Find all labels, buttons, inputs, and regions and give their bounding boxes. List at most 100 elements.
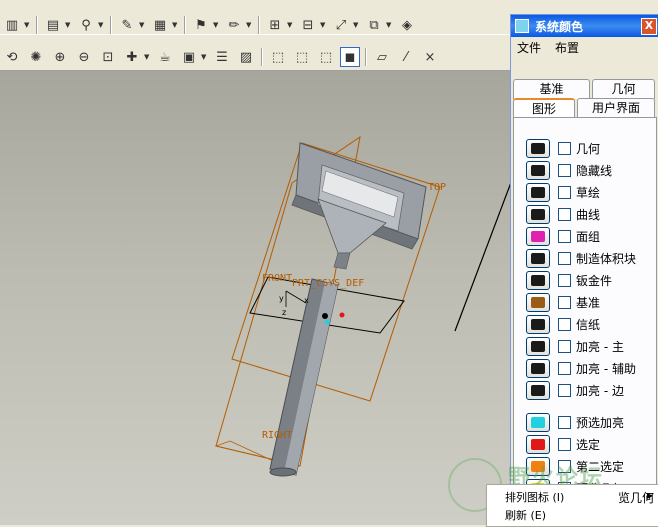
color-swatch-button[interactable] [526, 412, 550, 432]
color-swatch-button[interactable] [526, 248, 550, 268]
measure-tool-icon[interactable]: ⊟ [298, 15, 318, 35]
color-checkbox[interactable] [558, 295, 571, 309]
repaint-icon[interactable]: ✺ [26, 47, 46, 67]
csys-label-z: z [282, 308, 286, 317]
color-swatch-icon [531, 362, 545, 374]
color-checkbox[interactable] [558, 383, 571, 397]
view-manager-icon[interactable]: ▣ [179, 47, 199, 67]
close-icon[interactable]: X [641, 18, 657, 35]
color-checkbox[interactable] [558, 339, 571, 353]
color-checkbox[interactable] [558, 185, 571, 199]
layer-tool-icon[interactable]: ▦ [150, 15, 170, 35]
color-row: 钣金件 [526, 270, 612, 290]
graphics-color-list: 几何 隐藏线 草绘 曲线 面组 制造体积块 钣金件 基准 信纸 加亮 - 主加亮 - 辅助 加亮 -… [513, 117, 657, 527]
menu-layout[interactable]: 布置 [555, 39, 579, 56]
ctx-arrange-icons[interactable]: 排列图标 (I) [505, 489, 564, 505]
layers-icon[interactable]: ☰ [212, 47, 232, 67]
feature-tool-icon[interactable]: ⊞ [265, 15, 285, 35]
shading-icon[interactable]: ◼ [340, 47, 360, 67]
chevron-down-icon[interactable]: ▼ [246, 21, 252, 29]
tool-icon-1[interactable]: ▥ [2, 15, 22, 35]
color-checkbox[interactable] [558, 415, 571, 429]
sketch-tool-icon[interactable]: ✎ [117, 15, 137, 35]
chevron-down-icon[interactable]: ▼ [98, 21, 104, 29]
tab-datum[interactable]: 基准 [513, 79, 590, 99]
color-checkbox[interactable] [558, 459, 571, 473]
color-checkbox[interactable] [558, 207, 571, 221]
color-swatch-button[interactable] [526, 434, 550, 454]
color-checkbox[interactable] [558, 141, 571, 155]
color-swatch-button[interactable] [526, 270, 550, 290]
color-checkbox[interactable] [558, 273, 571, 287]
tool-icon-3[interactable]: ⚲ [76, 15, 96, 35]
color-swatch-button[interactable] [526, 204, 550, 224]
saved-views-icon[interactable]: ▨ [236, 47, 256, 67]
zoom-in-icon[interactable]: ⊕ [50, 47, 70, 67]
wireframe-icon[interactable]: ⬚ [268, 47, 288, 67]
spin-center-icon[interactable]: ✚ [122, 47, 142, 67]
context-menu: 排列图标 (I) 刷新 (E) ▶ 览几何 [486, 484, 658, 527]
hidden-line-icon[interactable]: ⬚ [292, 47, 312, 67]
chevron-down-icon[interactable]: ▼ [24, 21, 30, 29]
chevron-down-icon[interactable]: ▼ [213, 21, 219, 29]
tab-geometry[interactable]: 几何 [591, 79, 655, 99]
refit-icon[interactable]: ⊡ [98, 47, 118, 67]
color-swatch-button[interactable] [526, 160, 550, 180]
color-swatch-button[interactable] [526, 138, 550, 158]
transform-tool-icon[interactable]: ⤢ [331, 15, 351, 35]
tool-icon-2[interactable]: ▤ [43, 15, 63, 35]
view-tool-icon[interactable]: ◈ [397, 15, 417, 35]
assembly-tool-icon[interactable]: ⧉ [364, 15, 384, 35]
toolbar-separator [184, 16, 186, 34]
color-swatch-icon [531, 296, 545, 308]
datum-axis-display-icon[interactable]: ⁄ [396, 47, 416, 67]
datum-plane-display-icon[interactable]: ▱ [372, 47, 392, 67]
color-swatch-button[interactable] [526, 314, 550, 334]
csys-label-x: x [304, 296, 309, 305]
color-row-label: 几何 [576, 141, 601, 156]
color-swatch-button[interactable] [526, 456, 550, 476]
chevron-down-icon[interactable]: ▼ [201, 53, 207, 61]
pin-tool-icon[interactable]: ⚑ [191, 15, 211, 35]
color-checkbox[interactable] [558, 317, 571, 331]
ctx-refresh[interactable]: 刷新 (E) [505, 507, 546, 523]
color-checkbox[interactable] [558, 163, 571, 177]
color-swatch-button[interactable] [526, 182, 550, 202]
chevron-down-icon[interactable]: ▼ [144, 53, 150, 61]
graphics-viewport[interactable]: TOP FRONT PRT_CSYS_DEF RIGHT y x z [0, 71, 512, 525]
color-swatch-icon [531, 384, 545, 396]
color-swatch-icon [531, 274, 545, 286]
orient-icon[interactable]: ⟲ [2, 47, 22, 67]
color-row: 加亮 - 主 [526, 336, 624, 356]
color-swatch-button[interactable] [526, 336, 550, 356]
color-row-label: 第二选定 [576, 459, 625, 474]
chevron-down-icon[interactable]: ▼ [320, 21, 326, 29]
chevron-down-icon[interactable]: ▼ [287, 21, 293, 29]
chevron-down-icon[interactable]: ▼ [139, 21, 145, 29]
color-swatch-icon [531, 186, 545, 198]
color-swatch-button[interactable] [526, 358, 550, 378]
color-checkbox[interactable] [558, 229, 571, 243]
teapot-icon[interactable]: ☕ [155, 47, 175, 67]
color-checkbox[interactable] [558, 251, 571, 265]
pencil-tool-icon[interactable]: ✏ [224, 15, 244, 35]
tab-graphics[interactable]: 图形 [513, 98, 575, 118]
color-row: 几何 [526, 138, 600, 158]
dialog-titlebar[interactable]: 系统颜色 X [511, 15, 658, 37]
color-swatch-button[interactable] [526, 226, 550, 246]
chevron-down-icon[interactable]: ▼ [65, 21, 71, 29]
csys-axis-x [285, 290, 307, 304]
chevron-down-icon[interactable]: ▼ [386, 21, 392, 29]
zoom-out-icon[interactable]: ⊖ [74, 47, 94, 67]
color-swatch-button[interactable] [526, 380, 550, 400]
tab-user-interface[interactable]: 用户界面 [577, 98, 655, 118]
tabs-row-front: 图形 用户界面 [513, 98, 655, 118]
no-hidden-icon[interactable]: ⬚ [316, 47, 336, 67]
color-checkbox[interactable] [558, 361, 571, 375]
chevron-down-icon[interactable]: ▼ [172, 21, 178, 29]
color-checkbox[interactable] [558, 437, 571, 451]
color-swatch-button[interactable] [526, 292, 550, 312]
menu-file[interactable]: 文件 [517, 39, 541, 56]
datum-point-display-icon[interactable]: × [420, 47, 440, 67]
chevron-down-icon[interactable]: ▼ [353, 21, 359, 29]
